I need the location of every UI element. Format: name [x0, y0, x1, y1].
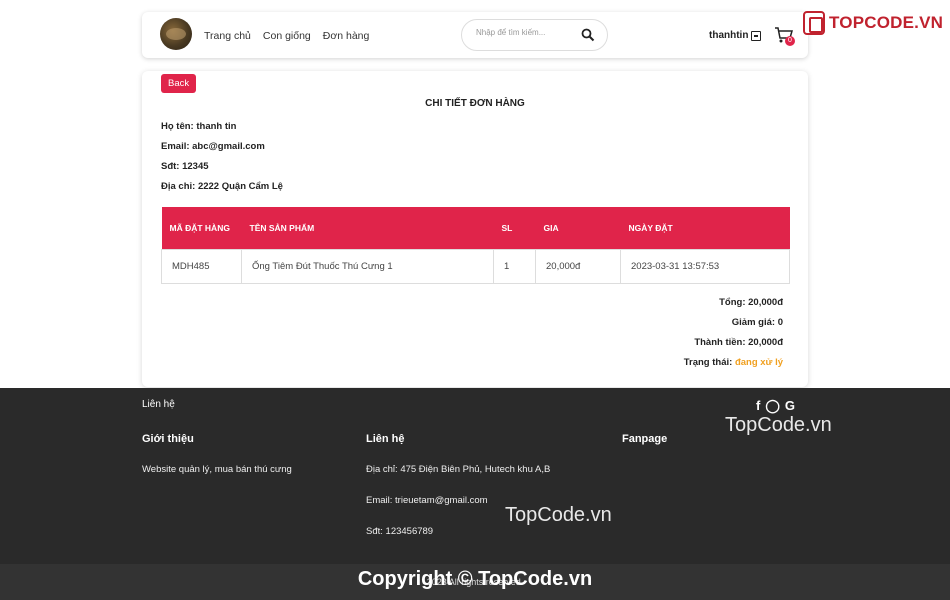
page-title: CHI TIẾT ĐƠN HÀNG [425, 98, 525, 109]
customer-email: Email: abc@gmail.com [161, 141, 265, 152]
nav-link-breeds[interactable]: Con giống [263, 30, 311, 42]
nav-link-orders[interactable]: Đơn hàng [323, 30, 370, 42]
cell-order-code: MDH485 [161, 248, 242, 284]
back-button[interactable]: Back [161, 74, 197, 93]
table-header-row: MÃ ĐẶT HÀNG TÊN SẢN PHẨM SL GIA NGÀY ĐẶT [161, 207, 790, 249]
nav-link-home[interactable]: Trang chủ [204, 30, 251, 42]
col-price: GIA [535, 207, 621, 249]
footer-email: Email: trieuetam@gmail.com [366, 495, 488, 506]
status-value: đang xử lý [734, 357, 783, 368]
nav-links: Trang chủ Con giống Đơn hàng [204, 30, 369, 42]
footer-fanpage-heading: Fanpage [622, 433, 668, 445]
google-icon[interactable]: G [785, 398, 795, 414]
footer-about-heading: Giới thiệu [142, 433, 194, 445]
col-order-code: MÃ ĐẶT HÀNG [161, 207, 242, 249]
logout-icon[interactable] [751, 30, 762, 41]
total-amount: Tổng: 20,000đ [719, 297, 783, 308]
brand-logo: TOPCODE.VN [803, 11, 943, 35]
footer-about-text: Website quản lý, mua bán thú cưng [142, 464, 292, 475]
social-links: f ◯ G [756, 398, 795, 414]
final-amount: Thành tiền: 20,000đ [694, 337, 783, 348]
facebook-icon[interactable]: f [756, 398, 760, 414]
github-icon[interactable]: ◯ [765, 398, 780, 414]
order-detail-card: Back CHI TIẾT ĐƠN HÀNG Họ tên: thanh tin… [142, 71, 808, 387]
copyright-watermark: Copyright © TopCode.vn [357, 568, 593, 590]
brand-text: TOPCODE.VN [829, 13, 944, 32]
order-status: Trạng thái: đang xử lý [684, 357, 783, 368]
discount-amount: Giảm giá: 0 [731, 317, 783, 328]
footer: Liên hệ f ◯ G TopCode.vn Giới thiệu Webs… [0, 388, 950, 564]
search-box [461, 19, 608, 51]
watermark-center: TopCode.vn [505, 504, 612, 526]
customer-phone: Sđt: 12345 [161, 161, 209, 172]
order-table: MÃ ĐẶT HÀNG TÊN SẢN PHẨM SL GIA NGÀY ĐẶT… [161, 207, 790, 284]
copyright-bar: 2023 All rights reserved. Copyright © To… [0, 564, 950, 600]
cell-price: 20,000đ [535, 248, 621, 284]
cell-quantity: 1 [493, 248, 536, 284]
footer-contact-heading: Liên hệ [366, 433, 405, 445]
col-quantity: SL [493, 207, 536, 249]
brand-icon [803, 11, 825, 35]
footer-address: Địa chỉ: 475 Điện Biên Phủ, Hutech khu A… [366, 464, 551, 475]
table-row: MDH485 Ống Tiêm Đút Thuốc Thú Cưng 1 1 2… [161, 248, 790, 284]
status-label: Trạng thái: [683, 357, 735, 368]
search-icon[interactable] [581, 28, 595, 42]
cell-order-date: 2023-03-31 13:57:53 [620, 248, 790, 284]
col-product-name: TÊN SẢN PHẨM [241, 207, 494, 249]
cell-product-name: Ống Tiêm Đút Thuốc Thú Cưng 1 [241, 248, 494, 284]
navbar: Trang chủ Con giống Đơn hàng thanhtin 0 [142, 12, 808, 58]
footer-contact-link[interactable]: Liên hệ [142, 399, 175, 410]
logo-avatar[interactable] [160, 18, 192, 50]
username-label: thanhtin [709, 30, 749, 41]
customer-address: Địa chỉ: 2222 Quận Cẩm Lệ [161, 181, 283, 192]
watermark: TopCode.vn [725, 414, 832, 436]
footer-phone: Sđt: 123456789 [366, 526, 434, 537]
col-order-date: NGÀY ĐẶT [620, 207, 790, 249]
search-input[interactable] [476, 28, 576, 37]
cart-count-badge: 0 [785, 36, 795, 46]
customer-name: Họ tên: thanh tin [161, 121, 237, 132]
user-menu[interactable]: thanhtin [709, 30, 762, 41]
